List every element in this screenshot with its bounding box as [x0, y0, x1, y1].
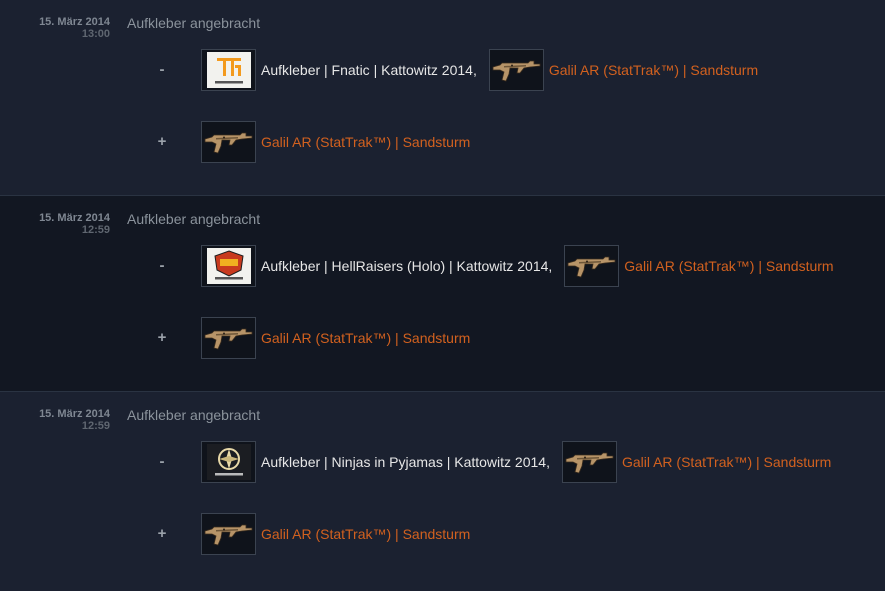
galil-rifle-icon [204, 524, 253, 546]
fnatic-sticker-icon [206, 52, 251, 88]
minus-sign: - [159, 61, 165, 78]
weapon-thumbnail[interactable] [564, 245, 620, 287]
galil-rifle-icon [567, 256, 616, 278]
entry-date-day: 15. März 2014 [39, 212, 110, 224]
weapon-thumbnail[interactable] [488, 49, 544, 91]
plus-sign: + [157, 329, 167, 346]
entry-date-time: 12:59 [81, 224, 110, 236]
sticker-name[interactable]: Aufkleber | Ninjas in Pyjamas | Kattowit… [261, 454, 546, 470]
sticker-name[interactable]: Aufkleber | HellRaisers (Holo) | Kattowi… [261, 258, 548, 274]
weapon-thumbnail[interactable] [201, 513, 256, 555]
removed-items-list: Aufkleber | Fnatic | Kattowitz 2014, Gal… [201, 48, 762, 92]
weapon-thumbnail[interactable] [201, 317, 256, 359]
hellraisers-sticker-icon [206, 248, 251, 284]
item-separator: , [548, 258, 553, 274]
entry-date: 15. März 2014 12:59 [0, 212, 110, 236]
sticker-thumbnail[interactable] [201, 49, 256, 91]
removed-items: - Aufkleber | Fnatic | Kattowitz 2014, G… [0, 48, 885, 92]
sticker-thumbnail[interactable] [201, 245, 256, 287]
event-description: Aufkleber angebracht [127, 211, 261, 227]
added-items-list: Galil AR (StatTrak™) | Sandsturm [201, 512, 474, 556]
galil-rifle-icon [204, 328, 253, 350]
history-entry: 15. März 2014 12:59 Aufkleber angebracht… [0, 392, 885, 588]
sticker-thumbnail[interactable] [201, 441, 256, 483]
weapon-name[interactable]: Galil AR (StatTrak™) | Sandsturm [261, 330, 470, 346]
event-description: Aufkleber angebracht [127, 15, 261, 31]
minus-sign: - [159, 257, 165, 274]
weapon-thumbnail[interactable] [201, 121, 256, 163]
added-items: + Galil AR (StatTrak™) | Sandsturm [0, 316, 885, 360]
event-description: Aufkleber angebracht [127, 407, 261, 423]
added-items-list: Galil AR (StatTrak™) | Sandsturm [201, 316, 474, 360]
entry-date-day: 15. März 2014 [39, 408, 110, 420]
weapon-name[interactable]: Galil AR (StatTrak™) | Sandsturm [624, 258, 833, 274]
entry-date: 15. März 2014 13:00 [0, 16, 110, 40]
history-entry: 15. März 2014 12:59 Aufkleber angebracht… [0, 196, 885, 392]
galil-rifle-icon [565, 452, 614, 474]
weapon-name[interactable]: Galil AR (StatTrak™) | Sandsturm [261, 134, 470, 150]
plus-sign: + [157, 133, 167, 150]
entry-date-time: 13:00 [81, 28, 110, 40]
history-entry: 15. März 2014 13:00 Aufkleber angebracht… [0, 0, 885, 196]
removed-items: - Aufkleber | Ninjas in Pyjamas | Kattow… [0, 440, 885, 484]
entry-date-day: 15. März 2014 [39, 16, 110, 28]
weapon-name[interactable]: Galil AR (StatTrak™) | Sandsturm [549, 62, 758, 78]
added-items: + Galil AR (StatTrak™) | Sandsturm [0, 512, 885, 556]
added-items: + Galil AR (StatTrak™) | Sandsturm [0, 120, 885, 164]
removed-items: - Aufkleber | HellRaisers (Holo) | Katto… [0, 244, 885, 288]
plus-sign: + [157, 525, 167, 542]
entry-date-time: 12:59 [81, 420, 110, 432]
weapon-name[interactable]: Galil AR (StatTrak™) | Sandsturm [261, 526, 470, 542]
sticker-name[interactable]: Aufkleber | Fnatic | Kattowitz 2014 [261, 62, 473, 78]
removed-items-list: Aufkleber | Ninjas in Pyjamas | Kattowit… [201, 440, 835, 484]
added-items-list: Galil AR (StatTrak™) | Sandsturm [201, 120, 474, 164]
weapon-name[interactable]: Galil AR (StatTrak™) | Sandsturm [622, 454, 831, 470]
galil-rifle-icon [492, 60, 541, 82]
item-separator: , [472, 62, 477, 78]
galil-rifle-icon [204, 132, 253, 154]
entry-date: 15. März 2014 12:59 [0, 408, 110, 432]
ninjas-in-pyjamas-sticker-icon [206, 444, 251, 480]
removed-items-list: Aufkleber | HellRaisers (Holo) | Kattowi… [201, 244, 838, 288]
item-separator: , [546, 454, 550, 470]
weapon-thumbnail[interactable] [561, 441, 617, 483]
minus-sign: - [159, 453, 165, 470]
